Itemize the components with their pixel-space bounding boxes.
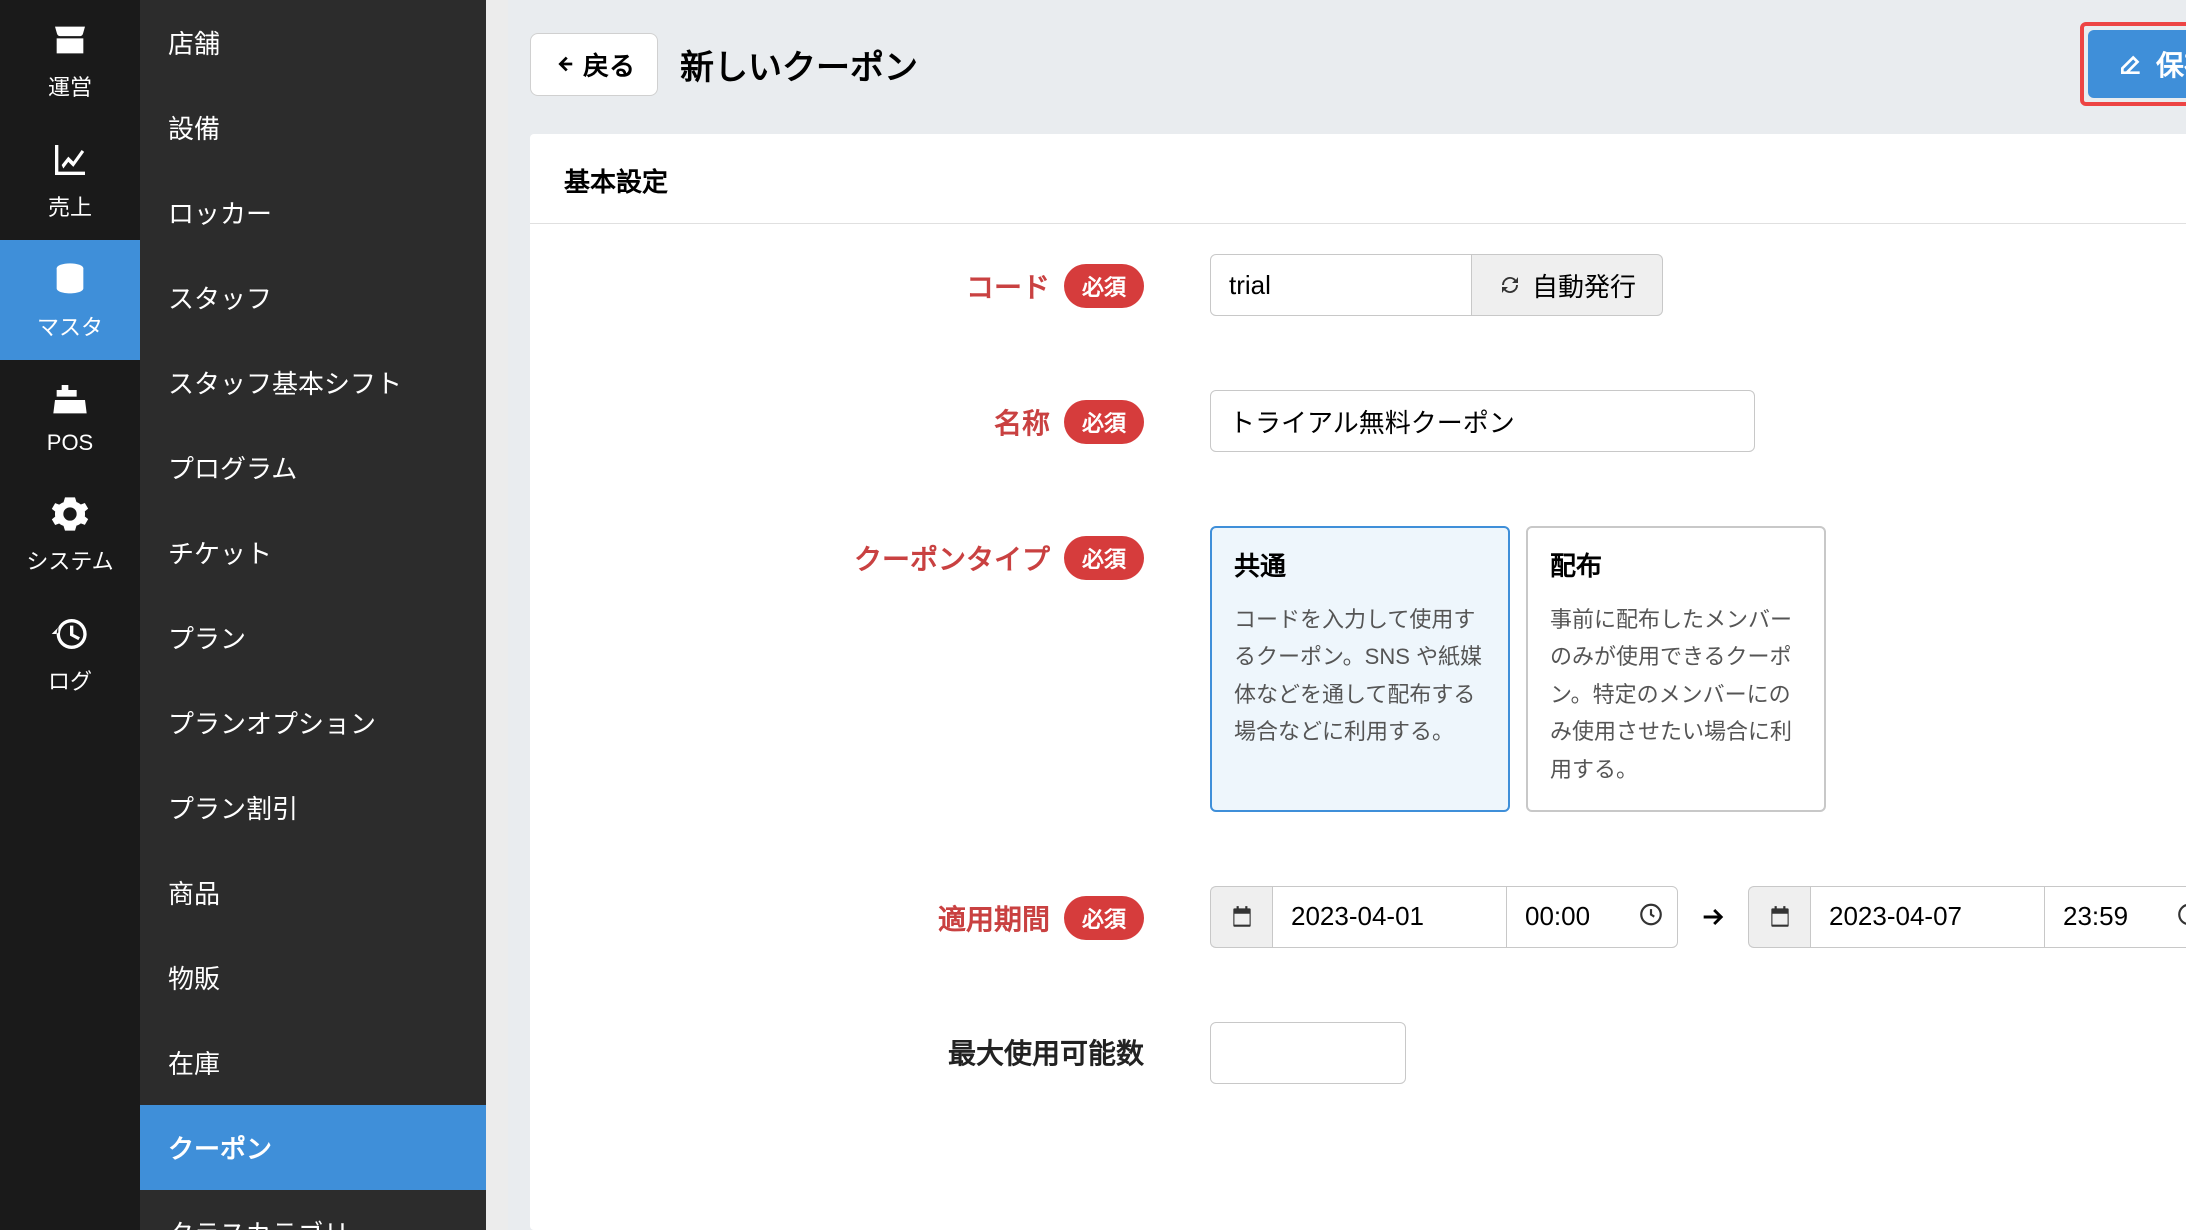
- row-name: 名称 必須: [564, 390, 2186, 452]
- snav-facility[interactable]: 設備: [140, 85, 486, 170]
- type-desc: 事前に配布したメンバーのみが使用できるクーポン。特定のメンバーにのみ使用させたい…: [1550, 601, 1802, 788]
- code-input[interactable]: [1210, 254, 1472, 316]
- primary-sidebar: 運営 売上 マスタ POS システム ログ: [0, 0, 140, 1230]
- page-title: 新しいクーポン: [680, 40, 918, 89]
- chart-line-icon: [50, 140, 90, 180]
- snav-staff-shift[interactable]: スタッフ基本シフト: [140, 340, 486, 425]
- label-period: 適用期間: [938, 898, 1050, 938]
- cash-register-icon: [50, 380, 90, 420]
- pnav-operations[interactable]: 運営: [0, 0, 140, 120]
- start-date-input[interactable]: [1272, 886, 1506, 948]
- end-date-group: [1748, 886, 2186, 948]
- pnav-master[interactable]: マスタ: [0, 240, 140, 360]
- start-date-group: [1210, 886, 1678, 948]
- snav-plan[interactable]: プラン: [140, 595, 486, 680]
- snav-program[interactable]: プログラム: [140, 425, 486, 510]
- secondary-sidebar: 店舗 設備 ロッカー スタッフ スタッフ基本シフト プログラム チケット プラン…: [140, 0, 486, 1230]
- pnav-label: システム: [26, 544, 113, 576]
- snav-locker[interactable]: ロッカー: [140, 170, 486, 255]
- start-time-input[interactable]: [1506, 886, 1678, 948]
- calendar-icon: [1210, 886, 1272, 948]
- name-input[interactable]: [1210, 390, 1755, 452]
- save-button-highlight: 保存: [2080, 22, 2186, 106]
- required-badge: 必須: [1064, 536, 1144, 580]
- auto-issue-label: 自動発行: [1532, 267, 1636, 304]
- arrow-left-icon: [553, 53, 575, 75]
- refresh-icon: [1498, 273, 1522, 297]
- snav-plan-option[interactable]: プランオプション: [140, 680, 486, 765]
- scroll-gutter[interactable]: [486, 0, 508, 1230]
- type-title: 配布: [1550, 546, 1802, 583]
- snav-store[interactable]: 店舗: [140, 0, 486, 85]
- pnav-label: 売上: [48, 190, 92, 222]
- max-use-input[interactable]: [1210, 1022, 1406, 1084]
- snav-ticket[interactable]: チケット: [140, 510, 486, 595]
- pnav-label: マスタ: [37, 310, 103, 342]
- snav-inventory[interactable]: 在庫: [140, 1020, 486, 1105]
- required-badge: 必須: [1064, 264, 1144, 308]
- snav-class-category[interactable]: クラスカテゴリ: [140, 1190, 486, 1230]
- save-button[interactable]: 保存: [2088, 30, 2186, 98]
- end-time-input[interactable]: [2044, 886, 2186, 948]
- pnav-label: POS: [47, 430, 93, 456]
- database-icon: [50, 260, 90, 300]
- auto-issue-button[interactable]: 自動発行: [1472, 254, 1663, 316]
- pnav-pos[interactable]: POS: [0, 360, 140, 474]
- snav-merchandise[interactable]: 物販: [140, 935, 486, 1020]
- pnav-sales[interactable]: 売上: [0, 120, 140, 240]
- gear-icon: [50, 494, 90, 534]
- store-icon: [50, 20, 90, 60]
- pnav-log[interactable]: ログ: [0, 594, 140, 714]
- snav-coupon[interactable]: クーポン: [140, 1105, 486, 1190]
- snav-staff[interactable]: スタッフ: [140, 255, 486, 340]
- back-button[interactable]: 戻る: [530, 33, 658, 96]
- type-title: 共通: [1234, 546, 1486, 583]
- main-content: 戻る 新しいクーポン 保存 基本設定 コード 必須: [508, 0, 2186, 1230]
- calendar-icon: [1748, 886, 1810, 948]
- row-period: 適用期間 必須: [564, 886, 2186, 948]
- pnav-label: 運営: [48, 70, 92, 102]
- coupon-type-distributed[interactable]: 配布 事前に配布したメンバーのみが使用できるクーポン。特定のメンバーにのみ使用さ…: [1526, 526, 1826, 812]
- required-badge: 必須: [1064, 896, 1144, 940]
- row-coupon-type: クーポンタイプ 必須 共通 コードを入力して使用するクーポン。SNS や紙媒体な…: [564, 526, 2186, 812]
- history-icon: [50, 614, 90, 654]
- end-date-input[interactable]: [1810, 886, 2044, 948]
- arrow-right-icon: [1678, 903, 1748, 931]
- label-code: コード: [966, 266, 1050, 306]
- edit-icon: [2118, 51, 2144, 77]
- card-title: 基本設定: [530, 134, 2186, 224]
- pnav-label: ログ: [48, 664, 92, 696]
- pnav-system[interactable]: システム: [0, 474, 140, 594]
- page-header: 戻る 新しいクーポン 保存: [530, 22, 2186, 106]
- label-max-use: 最大使用可能数: [948, 1032, 1144, 1072]
- label-coupon-type: クーポンタイプ: [854, 538, 1050, 578]
- coupon-type-common[interactable]: 共通 コードを入力して使用するクーポン。SNS や紙媒体などを通して配布する場合…: [1210, 526, 1510, 812]
- row-max-use: 最大使用可能数: [564, 1022, 2186, 1084]
- required-badge: 必須: [1064, 400, 1144, 444]
- label-name: 名称: [994, 402, 1050, 442]
- save-label: 保存: [2156, 44, 2186, 84]
- back-label: 戻る: [583, 46, 635, 83]
- type-desc: コードを入力して使用するクーポン。SNS や紙媒体などを通して配布する場合などに…: [1234, 601, 1486, 751]
- snav-product[interactable]: 商品: [140, 850, 486, 935]
- snav-plan-discount[interactable]: プラン割引: [140, 765, 486, 850]
- row-code: コード 必須 自動発行: [564, 254, 2186, 316]
- basic-settings-card: 基本設定 コード 必須 自動発行 名称: [530, 134, 2186, 1230]
